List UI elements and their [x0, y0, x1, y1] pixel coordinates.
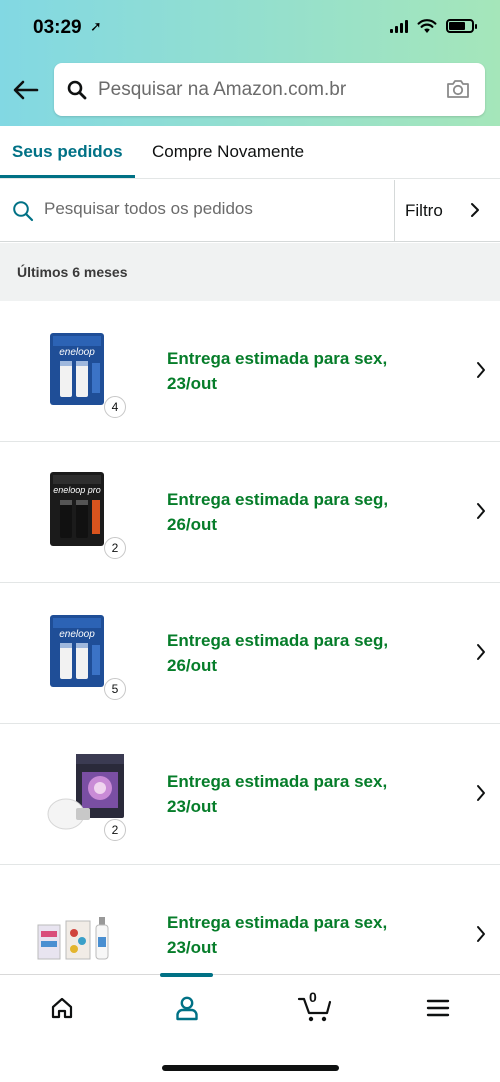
- chevron-right-icon: [471, 203, 479, 217]
- orders-tabs: Seus pedidos Compre Novamente: [0, 126, 500, 179]
- cellular-signal-icon: [390, 19, 408, 33]
- delivery-status-line: Entrega estimada para seg,: [167, 631, 389, 650]
- active-tab-indicator: [0, 175, 135, 178]
- nav-menu[interactable]: [418, 991, 458, 1025]
- nav-account[interactable]: [167, 991, 207, 1025]
- orders-list: eneloop 4 Entrega estimada para sex, 23/…: [0, 301, 500, 1006]
- amazon-search-bar[interactable]: [54, 63, 485, 116]
- delivery-date: 26/out: [167, 515, 218, 534]
- svg-text:eneloop: eneloop: [59, 347, 95, 358]
- delivery-date: 23/out: [167, 938, 218, 957]
- filter-label: Filtro: [405, 200, 443, 220]
- delivery-status-line: Entrega estimada para sex,: [167, 772, 388, 791]
- quantity-badge: 5: [104, 678, 126, 700]
- nav-cart[interactable]: 0: [295, 989, 335, 1025]
- nav-home[interactable]: [42, 991, 82, 1025]
- quantity-badge: 4: [104, 396, 126, 418]
- svg-text:eneloop: eneloop: [59, 629, 95, 640]
- small-bottles-set-image: [37, 917, 109, 960]
- hamburger-menu-icon: [426, 999, 450, 1017]
- delivery-date: 23/out: [167, 374, 218, 393]
- camera-icon[interactable]: [445, 77, 471, 101]
- quantity-badge: 2: [104, 537, 126, 559]
- search-icon: [13, 201, 34, 222]
- delivery-status: Entrega estimada para sex, 23/out: [167, 910, 417, 960]
- wifi-icon: [417, 19, 437, 33]
- top-header: 03:29 ➚: [0, 0, 500, 126]
- delivery-status-line: Entrega estimada para seg,: [167, 490, 389, 509]
- battery-icon: [446, 19, 477, 33]
- order-item[interactable]: eneloop 4 Entrega estimada para sex, 23/…: [0, 301, 500, 442]
- delivery-date: 23/out: [167, 797, 218, 816]
- home-icon: [51, 997, 73, 1019]
- delivery-status: Entrega estimada para seg, 26/out: [167, 628, 417, 678]
- delivery-status-line: Entrega estimada para sex,: [167, 349, 388, 368]
- chevron-right-icon: [477, 926, 485, 942]
- home-indicator: [162, 1065, 339, 1071]
- tab-seus-pedidos[interactable]: Seus pedidos: [12, 142, 123, 162]
- order-item[interactable]: 2 Entrega estimada para sex, 23/out: [0, 724, 500, 865]
- amazon-search-input[interactable]: [98, 78, 428, 101]
- chevron-right-icon: [477, 644, 485, 660]
- location-arrow-icon: ➚: [90, 18, 102, 34]
- orders-search-input[interactable]: [44, 199, 374, 219]
- order-item[interactable]: eneloop 5 Entrega estimada para seg, 26/…: [0, 583, 500, 724]
- account-icon: [176, 996, 198, 1021]
- tab-compre-novamente[interactable]: Compre Novamente: [152, 142, 304, 162]
- search-icon: [66, 79, 88, 101]
- delivery-status: Entrega estimada para sex, 23/out: [167, 346, 417, 396]
- order-item[interactable]: eneloop pro 2 Entrega estimada para seg,…: [0, 442, 500, 583]
- active-nav-indicator: [160, 973, 213, 977]
- delivery-status-line: Entrega estimada para sex,: [167, 913, 388, 932]
- chevron-right-icon: [477, 362, 485, 378]
- chevron-right-icon: [477, 785, 485, 801]
- delivery-status: Entrega estimada para sex, 23/out: [167, 769, 417, 819]
- svg-text:eneloop pro: eneloop pro: [53, 485, 101, 495]
- back-arrow-icon[interactable]: [12, 76, 40, 104]
- chevron-right-icon: [477, 503, 485, 519]
- status-indicators: [390, 18, 477, 34]
- section-title: Últimos 6 meses: [17, 264, 128, 280]
- orders-search-bar: Filtro: [0, 180, 500, 242]
- filter-button[interactable]: Filtro: [394, 180, 500, 241]
- quantity-badge: 2: [104, 819, 126, 841]
- delivery-date: 26/out: [167, 656, 218, 675]
- cart-count: 0: [309, 989, 317, 1005]
- section-header: Últimos 6 meses: [0, 243, 500, 301]
- delivery-status: Entrega estimada para seg, 26/out: [167, 487, 417, 537]
- status-time: 03:29: [33, 17, 82, 38]
